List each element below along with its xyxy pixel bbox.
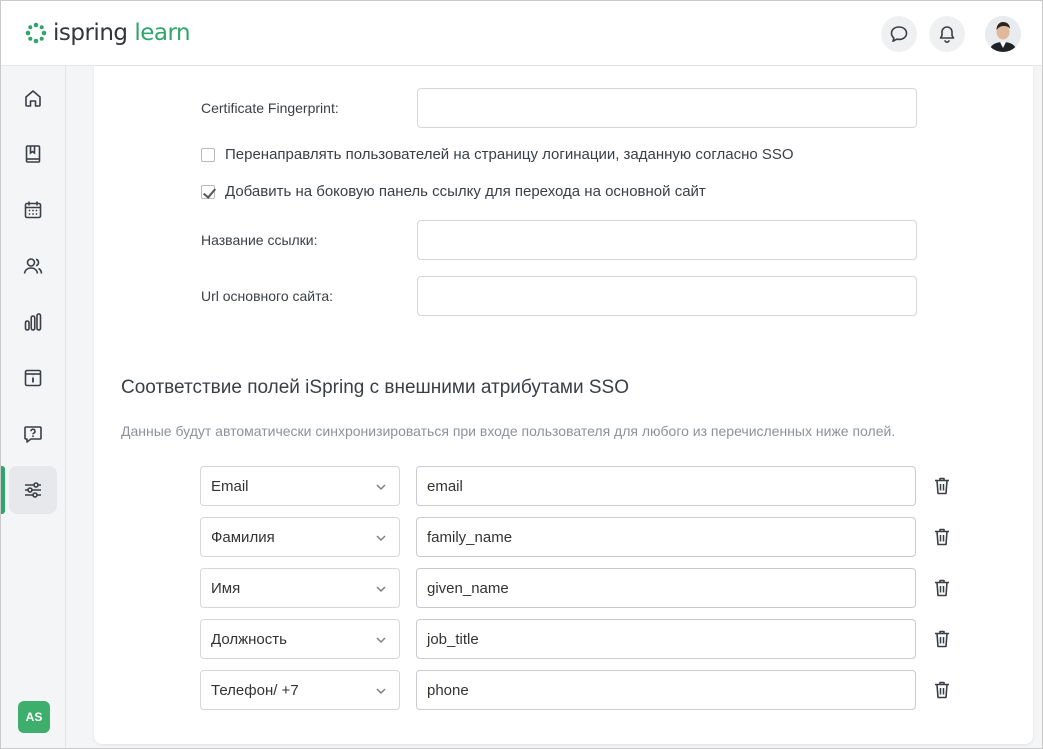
calendar-icon [24,201,42,219]
mapping-row: Фамилия family_name [200,517,950,557]
info-icon [24,369,42,387]
user-initials-badge[interactable]: AS [18,701,50,733]
user-avatar[interactable] [985,16,1021,52]
chat-icon [890,26,908,42]
attribute-input[interactable]: job_title [416,619,916,659]
chevron-down-icon [376,586,386,593]
attribute-input[interactable]: given_name [416,568,916,608]
chevron-down-icon [376,535,386,542]
settings-icon [25,482,41,498]
mapping-row: Телефон/ +7 phone [200,670,950,710]
notifications-button[interactable] [929,16,965,52]
chat-button[interactable] [881,16,917,52]
chevron-down-icon [376,688,386,695]
attribute-input[interactable]: family_name [416,517,916,557]
site-url-label: Url основного сайта: [201,288,334,304]
trash-icon[interactable] [931,679,953,701]
attribute-input[interactable]: email [416,466,916,506]
settings-card: Certificate Fingerprint: Перенаправлять … [94,66,1033,744]
link-name-label: Название ссылки: [201,232,318,248]
redirect-checkbox[interactable] [201,147,215,162]
sidebar-item-library[interactable] [9,130,57,178]
help-icon [24,426,42,443]
sidebar-item-home[interactable] [9,74,57,122]
field-select[interactable]: Имя [200,568,400,608]
trash-icon[interactable] [931,628,953,650]
sidebar-item-users[interactable] [9,242,57,290]
avatar-photo-icon [985,16,1021,52]
top-bar: ispring learn [1,1,1042,66]
field-select-value: Фамилия [211,528,275,546]
field-select[interactable]: Должность [200,619,400,659]
logo-main-text: ispring [53,20,128,46]
trash-icon[interactable] [931,475,953,497]
field-select[interactable]: Телефон/ +7 [200,670,400,710]
logo-accent-text: learn [134,20,191,46]
sidebar-item-calendar[interactable] [9,186,57,234]
active-indicator [1,466,5,514]
sidebar-item-help[interactable] [9,410,57,458]
chevron-down-icon [376,484,386,491]
mapping-section-title: Соответствие полей iSpring с внешними ат… [121,377,629,398]
sidebar-item-settings[interactable] [9,466,57,514]
field-select-value: Телефон/ +7 [211,681,299,699]
redirect-option[interactable]: Перенаправлять пользователей на страницу… [201,146,794,163]
field-select-value: Должность [211,630,287,648]
users-icon [23,258,43,274]
mapping-section-description: Данные будут автоматически синхронизиров… [121,423,896,439]
attribute-input[interactable]: phone [416,670,916,710]
site-url-input[interactable] [417,276,917,316]
sidebar-item-info[interactable] [9,354,57,402]
sidebar-link-option[interactable]: Добавить на боковую панель ссылку для пе… [201,183,706,200]
field-select-value: Имя [211,579,241,597]
ispring-logo[interactable]: ispring learn [25,19,191,47]
link-name-input[interactable] [417,220,917,260]
trash-icon[interactable] [931,526,953,548]
field-select[interactable]: Фамилия [200,517,400,557]
logo-text: ispring learn [53,20,191,46]
bell-icon [939,26,955,43]
ispring-logo-icon [25,22,47,44]
fingerprint-input[interactable] [417,88,917,128]
mapping-row: Должность job_title [200,619,950,659]
sidebar: AS [1,66,66,748]
sidebar-link-checkbox-label: Добавить на боковую панель ссылку для пе… [225,183,706,200]
mapping-row: Имя given_name [200,568,950,608]
field-select[interactable]: Email [200,466,400,506]
redirect-checkbox-label: Перенаправлять пользователей на страницу… [225,146,794,163]
book-icon [25,145,41,163]
sidebar-link-checkbox[interactable] [201,184,215,199]
field-select-value: Email [211,477,249,495]
app-window: ispring learn AS Certificate Fingerprint… [0,0,1043,749]
trash-icon[interactable] [931,577,953,599]
sidebar-item-reports[interactable] [9,298,57,346]
chevron-down-icon [376,637,386,644]
reports-icon [24,313,42,331]
home-icon [25,90,41,107]
fingerprint-label: Certificate Fingerprint: [201,100,339,116]
mapping-row: Email email [200,466,950,506]
